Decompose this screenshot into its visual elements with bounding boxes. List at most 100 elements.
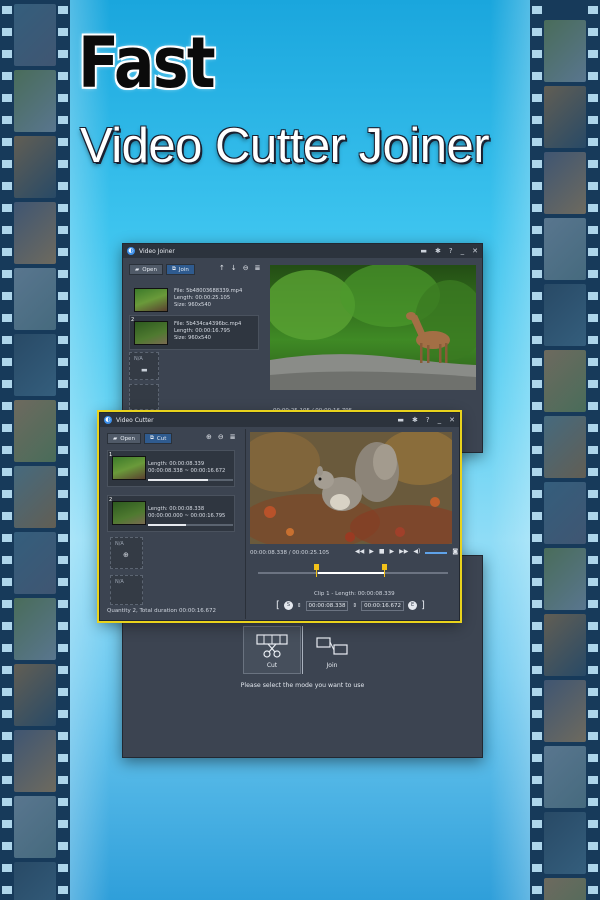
add-circle-icon: ⊕ bbox=[123, 551, 129, 559]
joiner-list-item[interactable]: 2 File: 5b434ca4396bc.mp4 Length: 00:00:… bbox=[129, 315, 259, 350]
film-frame bbox=[14, 532, 56, 594]
film-frame bbox=[14, 664, 56, 726]
stop-icon[interactable]: ■ bbox=[379, 548, 385, 555]
next-frame-icon[interactable]: ▶▶ bbox=[399, 548, 408, 555]
cutter-window: ◐ Video Cutter ▬ ✱ ? _ ✕ ▰ Open ⧉ Cut ⊕ … bbox=[97, 410, 462, 623]
folder-icon[interactable]: ▬ bbox=[420, 247, 427, 255]
film-frame bbox=[14, 466, 56, 528]
list-icon[interactable]: ≣ bbox=[230, 433, 236, 441]
end-time[interactable]: 00:00:16.672 bbox=[361, 600, 405, 611]
film-frame bbox=[544, 812, 586, 874]
cut-range-controls: [ S ⇕ 00:00:08.338 ⇕ 00:00:16.672 E ] bbox=[276, 600, 425, 611]
cut-selection[interactable] bbox=[318, 572, 384, 574]
joiner-join-button[interactable]: ⧉ Join bbox=[165, 264, 195, 275]
add-video-slot[interactable]: N/A ▬ bbox=[129, 352, 159, 380]
cutter-divider bbox=[245, 429, 246, 619]
film-frame bbox=[544, 746, 586, 808]
film-frame bbox=[544, 878, 586, 900]
clip-length: Length: 00:00:08.339 bbox=[148, 461, 205, 467]
end-marker[interactable]: E bbox=[408, 601, 418, 610]
cutter-open-label: Open bbox=[120, 435, 135, 442]
film-frames bbox=[544, 0, 586, 900]
film-frame bbox=[14, 730, 56, 792]
film-frame bbox=[14, 4, 56, 66]
deer-scene bbox=[270, 265, 476, 390]
cut-mode-button[interactable]: Cut bbox=[243, 626, 301, 674]
clip-progress-fill bbox=[148, 479, 208, 481]
clip-range: 00:00:00.000 ~ 00:00:16.795 bbox=[148, 513, 226, 519]
film-frame bbox=[14, 400, 56, 462]
cutter-cut-button[interactable]: ⧉ Cut bbox=[143, 433, 173, 444]
cutter-cut-label: Cut bbox=[156, 435, 167, 442]
joiner-open-button[interactable]: ▰ Open bbox=[129, 264, 163, 275]
minimize-icon[interactable]: _ bbox=[461, 247, 465, 255]
list-icon[interactable]: ≣ bbox=[255, 264, 261, 272]
camera-icon[interactable]: ◙ bbox=[452, 548, 458, 555]
cutter-time-readout: 00:00:08.338 / 00:00:25.105 bbox=[250, 550, 330, 556]
help-icon[interactable]: ? bbox=[426, 416, 430, 424]
add-video-slot[interactable]: N/A ⊕ bbox=[110, 537, 143, 569]
file-name: File: 5b48003688339.mp4 bbox=[174, 288, 243, 294]
start-time[interactable]: 00:00:08.338 bbox=[305, 600, 349, 611]
film-frame bbox=[14, 202, 56, 264]
help-icon[interactable]: ? bbox=[449, 247, 453, 255]
empty-label: N/A bbox=[115, 579, 124, 585]
join-mode-label: Join bbox=[326, 662, 338, 669]
film-frame bbox=[544, 20, 586, 82]
gear-icon[interactable]: ✱ bbox=[412, 416, 418, 424]
add-video-slot[interactable] bbox=[129, 384, 159, 410]
stepper-icon[interactable]: ⇕ bbox=[352, 603, 357, 609]
clip-length: Length: 00:00:08.338 bbox=[148, 506, 205, 512]
cutter-quantity: Quantity 2, Total duration 00:00:16.672 bbox=[107, 608, 216, 614]
prev-frame-icon[interactable]: ◀◀ bbox=[355, 548, 364, 555]
clip-progress bbox=[148, 479, 233, 481]
folder-icon[interactable]: ▬ bbox=[397, 416, 404, 424]
film-frame bbox=[544, 680, 586, 742]
scissors-film-icon bbox=[256, 634, 288, 658]
move-up-icon[interactable]: ↑ bbox=[219, 264, 225, 272]
remove-icon[interactable]: ⊖ bbox=[218, 433, 224, 441]
video-thumbnail bbox=[134, 288, 168, 312]
title-product: Video Cutter Joiner bbox=[80, 119, 490, 173]
cutter-open-button[interactable]: ▰ Open bbox=[107, 433, 141, 444]
cutter-list-item[interactable]: 1 Length: 00:00:08.339 00:00:08.338 ~ 00… bbox=[107, 450, 235, 487]
bracket-right-icon: ] bbox=[421, 600, 425, 611]
start-marker[interactable]: S bbox=[283, 601, 293, 610]
play-icon[interactable]: ▶ bbox=[369, 548, 374, 555]
film-frame bbox=[14, 70, 56, 132]
folder-add-icon: ▬ bbox=[141, 366, 148, 374]
joiner-list-item[interactable]: File: 5b48003688339.mp4 Length: 00:00:25… bbox=[129, 282, 259, 317]
stepper-icon[interactable]: ⇕ bbox=[297, 603, 302, 609]
title-fast: Fast bbox=[78, 22, 216, 104]
film-frame bbox=[544, 152, 586, 214]
remove-icon[interactable]: ⊖ bbox=[243, 264, 249, 272]
film-frames bbox=[14, 0, 56, 900]
video-thumbnail bbox=[112, 456, 146, 480]
gear-icon[interactable]: ✱ bbox=[435, 247, 441, 255]
film-frame bbox=[544, 548, 586, 610]
next-icon[interactable]: ▶ bbox=[390, 548, 395, 555]
minimize-icon[interactable]: _ bbox=[438, 416, 442, 424]
film-holes bbox=[58, 0, 68, 900]
move-down-icon[interactable]: ↓ bbox=[231, 264, 237, 272]
bracket-left-icon: [ bbox=[276, 600, 280, 611]
volume-slider[interactable] bbox=[425, 551, 448, 554]
cut-icon: ⧉ bbox=[149, 435, 154, 441]
empty-label: N/A bbox=[115, 541, 124, 547]
volume-icon[interactable]: ◀) bbox=[413, 548, 420, 555]
clip-progress-fill bbox=[148, 524, 187, 526]
close-icon[interactable]: ✕ bbox=[472, 247, 478, 255]
film-holes bbox=[588, 0, 598, 900]
add-video-slot[interactable]: N/A bbox=[110, 575, 143, 605]
folder-open-icon: ▰ bbox=[113, 435, 118, 442]
joiner-open-label: Open bbox=[142, 266, 157, 273]
add-icon[interactable]: ⊕ bbox=[206, 433, 212, 441]
joiner-titlebar: ◐ Video Joiner ▬ ✱ ? _ ✕ bbox=[123, 244, 482, 258]
glow-right bbox=[490, 0, 530, 900]
join-mode-button[interactable]: Join bbox=[304, 626, 360, 674]
film-frame bbox=[544, 218, 586, 280]
start-handle-line bbox=[316, 569, 317, 577]
squirrel-scene bbox=[250, 432, 452, 544]
close-icon[interactable]: ✕ bbox=[449, 416, 455, 424]
cutter-list-item[interactable]: 2 Length: 00:00:08.338 00:00:00.000 ~ 00… bbox=[107, 495, 235, 532]
